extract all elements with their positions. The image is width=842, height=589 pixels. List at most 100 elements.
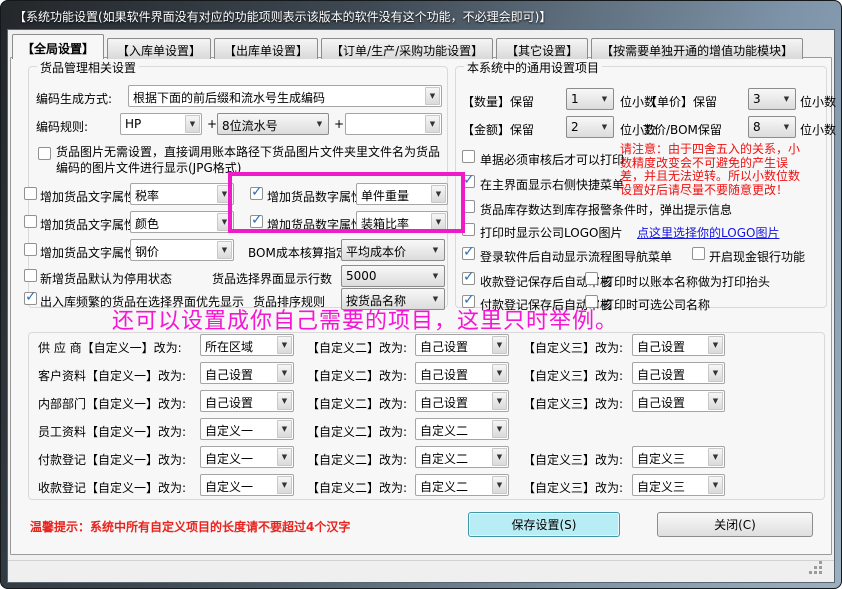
status-bar [8, 560, 834, 582]
general-group-legend: 本系统中的通用设置项目 [464, 59, 602, 76]
department-custom1-combo[interactable]: 自己设置▼ [200, 390, 294, 412]
employee-custom1-combo[interactable]: 自定义一▼ [200, 418, 294, 440]
chevron-down-icon[interactable]: ▼ [277, 420, 292, 438]
save-settings-button[interactable]: 保存设置(S) [468, 512, 620, 537]
text-attr3-checkbox[interactable] [24, 243, 37, 256]
code-gen-combo[interactable]: 根据下面的前后缀和流水号生成编码▼ [128, 85, 442, 107]
custom-row-label: 客户资料【自定义一】改为: [38, 367, 186, 384]
cash-bank-label: 开启现金银行功能 [709, 248, 805, 265]
customer-custom3-combo[interactable]: 自己设置▼ [632, 362, 725, 384]
chevron-down-icon[interactable]: ▼ [708, 364, 723, 382]
decimal-suffix: 位小数 [800, 93, 836, 110]
receipt-custom2-combo[interactable]: 自定义二▼ [415, 474, 509, 496]
custom-row-label: 付款登记【自定义一】改为: [38, 451, 186, 468]
chevron-down-icon[interactable]: ▼ [277, 364, 292, 382]
chevron-down-icon[interactable]: ▼ [428, 241, 443, 259]
audit-before-print-checkbox[interactable] [462, 150, 475, 163]
custom3-label: 【自定义三】改为: [523, 367, 623, 384]
flow-menu-checkbox[interactable] [462, 247, 475, 260]
flow-menu-label: 登录软件后自动显示流程图导航菜单 [480, 248, 672, 265]
tab-global-settings[interactable]: 【全局设置】 [12, 34, 104, 59]
book-title-checkbox[interactable] [585, 272, 598, 285]
chevron-down-icon[interactable]: ▼ [185, 115, 200, 133]
qty-decimal-label: 【数量】保留 [462, 93, 534, 110]
chevron-down-icon[interactable]: ▼ [277, 336, 292, 354]
amount-decimal-combo[interactable]: 2▼ [566, 116, 614, 138]
customer-custom2-combo[interactable]: 自己设置▼ [415, 362, 509, 384]
cash-bank-checkbox[interactable] [692, 247, 705, 260]
close-button[interactable]: 关闭(C) [657, 512, 813, 537]
image-auto-checkbox[interactable] [38, 147, 51, 160]
customer-custom1-combo[interactable]: 自己设置▼ [200, 362, 294, 384]
rows-count-combo[interactable]: 5000▼ [341, 265, 445, 287]
bom-cost-combo[interactable]: 平均成本价▼ [341, 239, 445, 261]
text-attr1-combo[interactable]: 税率▼ [130, 183, 234, 205]
tab-addon-modules[interactable]: 【按需要单独开通的增值功能模块】 [591, 38, 803, 59]
chevron-down-icon[interactable]: ▼ [492, 336, 507, 354]
chevron-down-icon[interactable]: ▼ [425, 87, 440, 105]
text-attr2-checkbox[interactable] [24, 215, 37, 228]
supplier-custom2-combo[interactable]: 自己设置▼ [415, 334, 509, 356]
chevron-down-icon[interactable]: ▼ [492, 476, 507, 494]
chevron-down-icon[interactable]: ▼ [708, 476, 723, 494]
wage-decimal-combo[interactable]: 8▼ [748, 116, 796, 138]
payment-custom2-combo[interactable]: 自定义二▼ [415, 446, 509, 468]
chevron-down-icon[interactable]: ▼ [597, 118, 612, 136]
custom2-label: 【自定义二】改为: [307, 479, 407, 496]
decimal-suffix: 位小数 [800, 121, 836, 138]
amount-decimal-label: 【金额】保留 [462, 121, 534, 138]
department-custom2-combo[interactable]: 自己设置▼ [415, 390, 509, 412]
supplier-custom1-combo[interactable]: 所在区域▼ [200, 334, 294, 356]
resize-grip[interactable] [819, 571, 822, 574]
code-serial-combo[interactable]: 8位流水号▼ [217, 113, 329, 135]
chevron-down-icon[interactable]: ▼ [277, 448, 292, 466]
text-attr1-label: 增加货品文字属性1 [40, 188, 144, 205]
code-suffix-combo[interactable]: ▼ [345, 113, 442, 135]
chevron-down-icon[interactable]: ▼ [708, 336, 723, 354]
chevron-down-icon[interactable]: ▼ [779, 90, 794, 108]
chevron-down-icon[interactable]: ▼ [492, 420, 507, 438]
supplier-custom3-combo[interactable]: 自己设置▼ [632, 334, 725, 356]
receipt-custom1-combo[interactable]: 自定义一▼ [200, 474, 294, 496]
stock-alert-label: 货品库存数达到库存报警条件时，弹出提示信息 [480, 201, 732, 218]
text-attr1-checkbox[interactable] [24, 187, 37, 200]
employee-custom2-combo[interactable]: 自定义二▼ [415, 418, 509, 440]
new-disabled-label: 新增货品默认为停用状态 [40, 270, 172, 287]
code-prefix-combo[interactable]: HP▼ [120, 113, 202, 135]
payment-custom3-combo[interactable]: 自定义三▼ [632, 446, 725, 468]
chevron-down-icon[interactable]: ▼ [492, 448, 507, 466]
chevron-down-icon[interactable]: ▼ [425, 115, 440, 133]
chevron-down-icon[interactable]: ▼ [312, 115, 327, 133]
chevron-down-icon[interactable]: ▼ [492, 364, 507, 382]
frequent-first-checkbox[interactable] [24, 292, 37, 305]
tab-order-production-purchase[interactable]: 【订单/生产/采购功能设置】 [321, 38, 493, 59]
text-attr3-combo[interactable]: 钢价▼ [130, 239, 234, 261]
custom2-label: 【自定义二】改为: [307, 423, 407, 440]
receipt-audit-checkbox[interactable] [462, 272, 475, 285]
tab-inbound-order[interactable]: 【入库单设置】 [107, 38, 211, 59]
receipt-custom3-combo[interactable]: 自定义三▼ [632, 474, 725, 496]
logo-print-label: 打印时显示公司LOGO图片 [480, 224, 622, 241]
chevron-down-icon[interactable]: ▼ [277, 392, 292, 410]
system-settings-window: 【系统功能设置(如果软件界面没有对应的功能项则表示该版本的软件没有这个功能，不必… [0, 0, 842, 589]
payment-custom1-combo[interactable]: 自定义一▼ [200, 446, 294, 468]
chevron-down-icon[interactable]: ▼ [708, 392, 723, 410]
chevron-down-icon[interactable]: ▼ [597, 90, 612, 108]
window-title: 【系统功能设置(如果软件界面没有对应的功能项则表示该版本的软件没有这个功能，不必… [14, 8, 551, 25]
chevron-down-icon[interactable]: ▼ [277, 476, 292, 494]
chevron-down-icon[interactable]: ▼ [779, 118, 794, 136]
chevron-down-icon[interactable]: ▼ [708, 448, 723, 466]
price-decimal-combo[interactable]: 3▼ [748, 88, 796, 110]
choose-logo-link[interactable]: 点这里选择你的LOGO图片 [637, 224, 779, 241]
tab-outbound-order[interactable]: 【出库单设置】 [214, 38, 318, 59]
new-disabled-checkbox[interactable] [24, 269, 37, 282]
footer-tip: 温馨提示：系统中所有自定义项目的长度请不要超过4个汉字 [30, 518, 350, 535]
chevron-down-icon[interactable]: ▼ [492, 392, 507, 410]
text-attr2-combo[interactable]: 颜色▼ [130, 211, 234, 233]
chevron-down-icon[interactable]: ▼ [428, 267, 443, 285]
tab-other-settings[interactable]: 【其它设置】 [496, 38, 588, 59]
department-custom3-combo[interactable]: 自己设置▼ [632, 390, 725, 412]
qty-decimal-combo[interactable]: 1▼ [566, 88, 614, 110]
text-attr2-label: 增加货品文字属性2 [40, 216, 144, 233]
chevron-down-icon[interactable]: ▼ [217, 241, 232, 259]
